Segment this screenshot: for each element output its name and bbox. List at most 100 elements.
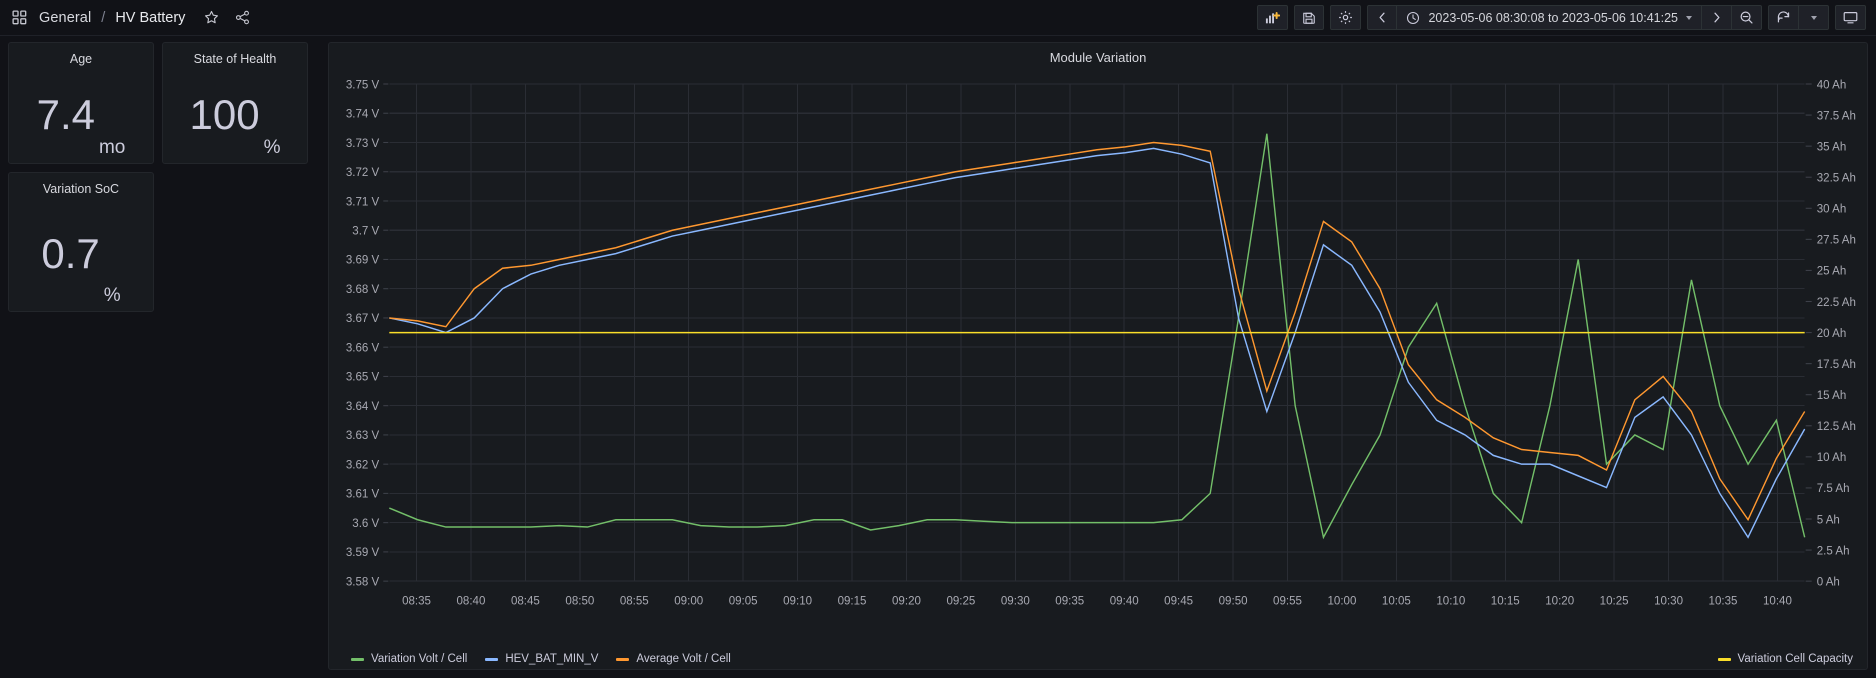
y-axis-right-tick-label: 35 Ah bbox=[1817, 139, 1847, 153]
zoom-out-button[interactable] bbox=[1732, 5, 1762, 30]
y-axis-left-tick-label: 3.75 V bbox=[346, 77, 379, 91]
x-axis-tick-label: 10:20 bbox=[1545, 593, 1574, 607]
time-shift-back-button[interactable] bbox=[1367, 5, 1397, 30]
legend-item[interactable]: HEV_BAT_MIN_V bbox=[485, 653, 598, 665]
stat-panel-age[interactable]: Age 7.4 mo bbox=[8, 42, 154, 164]
legend-color-swatch bbox=[351, 658, 364, 661]
chart-legend: Variation Volt / Cell HEV_BAT_MIN_V Averag… bbox=[329, 653, 1867, 665]
x-axis-tick-label: 09:35 bbox=[1055, 593, 1084, 607]
stat-unit: % bbox=[104, 285, 121, 307]
y-axis-left-tick-label: 3.62 V bbox=[346, 457, 379, 471]
kiosk-mode-button[interactable] bbox=[1835, 5, 1866, 30]
time-range-label: 2023-05-06 08:30:08 to 2023-05-06 10:41:… bbox=[1428, 11, 1678, 25]
y-axis-left-tick-label: 3.72 V bbox=[346, 165, 379, 179]
series-line-variation-volt-cell bbox=[389, 134, 1804, 538]
stat-unit: mo bbox=[99, 137, 125, 159]
legend-color-swatch bbox=[485, 658, 498, 661]
breadcrumb-separator: / bbox=[101, 10, 105, 26]
y-axis-left-tick-label: 3.58 V bbox=[346, 574, 379, 588]
dashboard-body: Age 7.4 mo State of Health 100 % Variati… bbox=[0, 36, 1876, 678]
x-axis-tick-label: 10:30 bbox=[1654, 593, 1683, 607]
y-axis-right-tick-label: 32.5 Ah bbox=[1817, 170, 1856, 184]
panel-title: Variation SoC bbox=[43, 182, 119, 196]
stat-unit: % bbox=[264, 137, 281, 159]
series-line-average-volt-cell bbox=[389, 142, 1804, 519]
x-axis-tick-label: 09:30 bbox=[1001, 593, 1030, 607]
breadcrumb: General / HV Battery bbox=[8, 7, 253, 29]
top-navigation-bar: General / HV Battery bbox=[0, 0, 1876, 36]
x-axis-tick-label: 10:35 bbox=[1709, 593, 1738, 607]
share-icon[interactable] bbox=[231, 7, 253, 29]
y-axis-left-tick-label: 3.65 V bbox=[346, 369, 379, 383]
stat-panel-state-of-health[interactable]: State of Health 100 % bbox=[162, 42, 308, 164]
y-axis-left-tick-label: 3.71 V bbox=[346, 194, 379, 208]
y-axis-right-tick-label: 40 Ah bbox=[1817, 77, 1847, 91]
y-axis-right-tick-label: 10 Ah bbox=[1817, 450, 1847, 464]
y-axis-right-tick-label: 30 Ah bbox=[1817, 201, 1847, 215]
y-axis-left-tick-label: 3.63 V bbox=[346, 428, 379, 442]
x-axis-tick-label: 08:55 bbox=[620, 593, 649, 607]
y-axis-right-tick-label: 37.5 Ah bbox=[1817, 108, 1856, 122]
x-axis-tick-label: 10:10 bbox=[1436, 593, 1465, 607]
save-dashboard-button[interactable] bbox=[1294, 5, 1324, 30]
dashboard-settings-button[interactable] bbox=[1330, 5, 1361, 30]
x-axis-tick-label: 08:40 bbox=[457, 593, 486, 607]
x-axis-tick-label: 09:05 bbox=[729, 593, 758, 607]
legend-item[interactable]: Variation Cell Capacity bbox=[1718, 653, 1853, 665]
time-shift-forward-button[interactable] bbox=[1702, 5, 1732, 30]
series-line-hev-bat-min-v bbox=[389, 148, 1804, 537]
y-axis-left-tick-label: 3.68 V bbox=[346, 282, 379, 296]
chart-svg: 3.58 V3.59 V3.6 V3.61 V3.62 V3.63 V3.64 … bbox=[329, 69, 1867, 669]
breadcrumb-folder[interactable]: General bbox=[39, 10, 91, 26]
x-axis-tick-label: 10:00 bbox=[1328, 593, 1357, 607]
stat-value-group: 0.7 % bbox=[9, 196, 153, 311]
breadcrumb-dashboard[interactable]: HV Battery bbox=[115, 10, 185, 26]
legend-left-group: Variation Volt / Cell HEV_BAT_MIN_V Averag… bbox=[351, 653, 731, 665]
y-axis-left-tick-label: 3.59 V bbox=[346, 545, 379, 559]
x-axis-tick-label: 09:55 bbox=[1273, 593, 1302, 607]
panel-title: State of Health bbox=[194, 52, 277, 66]
time-range-picker[interactable]: 2023-05-06 08:30:08 to 2023-05-06 10:41:… bbox=[1397, 5, 1702, 30]
legend-label: Variation Cell Capacity bbox=[1738, 653, 1853, 665]
add-panel-button[interactable] bbox=[1257, 5, 1288, 30]
y-axis-left-tick-label: 3.64 V bbox=[346, 399, 379, 413]
y-axis-left-tick-label: 3.61 V bbox=[346, 486, 379, 500]
chevron-down-icon[interactable] bbox=[1686, 16, 1692, 20]
x-axis-tick-label: 09:00 bbox=[674, 593, 703, 607]
x-axis-tick-label: 09:45 bbox=[1164, 593, 1193, 607]
y-axis-left-tick-label: 3.67 V bbox=[346, 311, 379, 325]
dashboards-grid-icon[interactable] bbox=[8, 7, 30, 29]
y-axis-right-tick-label: 15 Ah bbox=[1817, 388, 1847, 402]
y-axis-right-tick-label: 27.5 Ah bbox=[1817, 232, 1856, 246]
x-axis-tick-label: 10:15 bbox=[1491, 593, 1520, 607]
x-axis-tick-label: 10:05 bbox=[1382, 593, 1411, 607]
y-axis-right-tick-label: 20 Ah bbox=[1817, 326, 1847, 340]
x-axis-tick-label: 09:50 bbox=[1219, 593, 1248, 607]
plot-area[interactable]: 3.58 V3.59 V3.6 V3.61 V3.62 V3.63 V3.64 … bbox=[329, 69, 1867, 669]
refresh-button[interactable] bbox=[1768, 5, 1799, 30]
x-axis-tick-label: 09:10 bbox=[783, 593, 812, 607]
x-axis-tick-label: 08:35 bbox=[402, 593, 431, 607]
legend-item[interactable]: Variation Volt / Cell bbox=[351, 653, 467, 665]
panel-title: Module Variation bbox=[329, 43, 1867, 65]
y-axis-right-tick-label: 5 Ah bbox=[1817, 512, 1840, 526]
legend-label: Average Volt / Cell bbox=[636, 653, 730, 665]
stat-panel-column: Age 7.4 mo State of Health 100 % Variati… bbox=[8, 42, 320, 678]
y-axis-right-tick-label: 2.5 Ah bbox=[1817, 543, 1850, 557]
star-icon[interactable] bbox=[200, 7, 222, 29]
y-axis-right-tick-label: 7.5 Ah bbox=[1817, 481, 1850, 495]
legend-item[interactable]: Average Volt / Cell bbox=[616, 653, 730, 665]
y-axis-right-tick-label: 12.5 Ah bbox=[1817, 419, 1856, 433]
toolbar-right: 2023-05-06 08:30:08 to 2023-05-06 10:41:… bbox=[1257, 5, 1866, 30]
x-axis-tick-label: 09:40 bbox=[1110, 593, 1139, 607]
x-axis-tick-label: 10:40 bbox=[1763, 593, 1792, 607]
stat-panel-variation-soc[interactable]: Variation SoC 0.7 % bbox=[8, 172, 154, 312]
legend-label: HEV_BAT_MIN_V bbox=[505, 653, 598, 665]
refresh-interval-dropdown[interactable] bbox=[1799, 5, 1829, 30]
x-axis-tick-label: 10:25 bbox=[1600, 593, 1629, 607]
y-axis-left-tick-label: 3.69 V bbox=[346, 252, 379, 266]
graph-panel-module-variation[interactable]: Module Variation 3.58 V3.59 V3.6 V3.61 V… bbox=[328, 42, 1868, 670]
y-axis-right-tick-label: 22.5 Ah bbox=[1817, 294, 1856, 308]
legend-color-swatch bbox=[616, 658, 629, 661]
stat-number: 100 bbox=[190, 94, 260, 136]
